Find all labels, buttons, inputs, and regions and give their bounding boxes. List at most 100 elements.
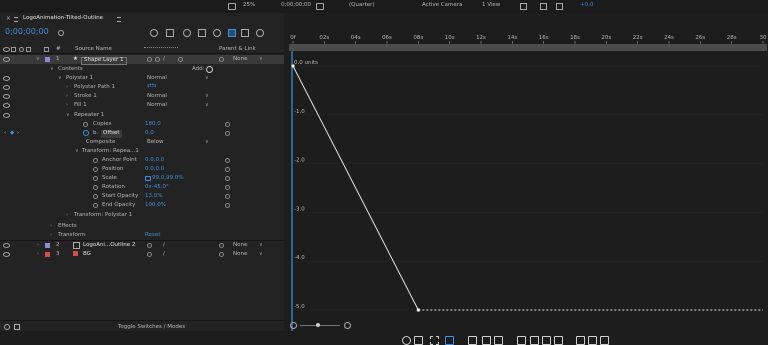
render-icon[interactable] xyxy=(540,3,547,10)
reset-link[interactable]: Reset xyxy=(145,232,160,239)
pickwhip-icon[interactable] xyxy=(219,252,224,257)
easy-ease-out-icon[interactable] xyxy=(600,336,609,345)
stopwatch-icon[interactable] xyxy=(93,185,98,190)
collapsed-arrow-icon[interactable]: › xyxy=(50,233,52,238)
pickwhip-icon[interactable] xyxy=(219,57,224,62)
separate-dimensions-icon[interactable] xyxy=(494,336,503,345)
fill-row[interactable]: › Fill 1 Normal ∨ xyxy=(0,101,284,110)
collapsed-arrow-icon[interactable]: › xyxy=(66,94,68,99)
parent-dropdown[interactable]: None xyxy=(233,56,247,63)
chevron-down-icon[interactable]: ∨ xyxy=(205,140,209,145)
show-transform-box-icon[interactable] xyxy=(430,336,439,345)
linear-keyframe-icon[interactable] xyxy=(542,336,551,345)
collapsed-arrow-icon[interactable]: › xyxy=(37,252,39,257)
contents-row[interactable]: ∨ Contents Add: xyxy=(0,65,284,74)
exposure-value[interactable]: +0.0 xyxy=(580,2,593,9)
stopwatch-icon[interactable] xyxy=(93,176,98,181)
position-value[interactable]: 0.0,0.0 xyxy=(145,166,164,173)
shy-switch[interactable] xyxy=(147,243,152,248)
stroke-blend-mode[interactable]: Normal xyxy=(147,93,167,100)
keyframe-point[interactable] xyxy=(416,308,420,312)
expand-arrow-icon[interactable]: ∨ xyxy=(75,149,79,154)
edit-keyframe-icon[interactable] xyxy=(517,336,526,345)
eye-icon[interactable] xyxy=(402,336,411,345)
start-opacity-value[interactable]: 13.0% xyxy=(145,193,162,200)
chevron-down-icon[interactable]: ∨ xyxy=(205,103,209,108)
tab-menu-icon[interactable] xyxy=(117,17,121,22)
visibility-eye-icon[interactable] xyxy=(3,76,10,81)
zoom-in-icon[interactable] xyxy=(344,322,351,329)
path-direction-icon[interactable]: ⇄⇆ xyxy=(147,83,156,90)
anchor-value[interactable]: 0.0,0.0 xyxy=(145,157,164,164)
quality-switch-icon[interactable]: / xyxy=(163,251,165,258)
stopwatch-icon[interactable] xyxy=(93,203,98,208)
fit-all-icon[interactable] xyxy=(482,336,491,345)
work-area-bar[interactable] xyxy=(289,44,767,51)
pickwhip-icon[interactable] xyxy=(225,158,230,163)
end-opacity-value[interactable]: 100.0% xyxy=(145,202,166,209)
snap-icon[interactable] xyxy=(445,336,454,345)
pickwhip-icon[interactable] xyxy=(225,122,230,127)
expand-arrow-icon[interactable]: ∨ xyxy=(50,67,54,72)
stopwatch-icon[interactable] xyxy=(93,167,98,172)
chevron-down-icon[interactable]: ∨ xyxy=(259,57,263,62)
snapshot-icon[interactable] xyxy=(316,3,324,10)
transform-polystar-row[interactable]: › Transform: Polystar 1 xyxy=(0,211,284,220)
collapsed-arrow-icon[interactable]: › xyxy=(50,224,52,229)
chevron-down-icon[interactable]: ∨ xyxy=(259,243,263,248)
label-color[interactable] xyxy=(45,57,50,62)
stroke-row[interactable]: › Stroke 1 Normal ∨ xyxy=(0,92,284,101)
toggle-switches-modes-button[interactable]: Toggle Switches / Modes xyxy=(118,324,185,331)
scale-row[interactable]: Scale 99.0,99.0% xyxy=(0,174,284,183)
shy-icon[interactable] xyxy=(183,29,191,37)
render-toggle-icon[interactable] xyxy=(256,29,264,37)
render-time-icon[interactable] xyxy=(4,324,10,330)
keyframe-nav-left-icon[interactable]: ‹ xyxy=(4,130,6,137)
stopwatch-icon[interactable] xyxy=(83,122,88,127)
easy-ease-icon[interactable] xyxy=(576,336,585,345)
expand-arrow-icon[interactable]: ∨ xyxy=(58,76,62,81)
transform-repeater-row[interactable]: ∨ Transform: Repea...1 xyxy=(0,147,284,156)
graph-type-icon[interactable] xyxy=(414,336,423,345)
quality-switch-icon[interactable]: / xyxy=(163,242,165,249)
visibility-eye-icon[interactable] xyxy=(3,57,10,62)
visibility-eye-icon[interactable] xyxy=(3,103,10,108)
comp-flowchart-icon[interactable] xyxy=(150,29,158,37)
visibility-eye-icon[interactable] xyxy=(3,243,10,248)
fit-selection-icon[interactable] xyxy=(468,336,477,345)
visibility-eye-icon[interactable] xyxy=(3,94,10,99)
pickwhip-icon[interactable] xyxy=(225,131,230,136)
graph-editor-icon[interactable] xyxy=(228,29,236,37)
label-color[interactable] xyxy=(45,243,50,248)
camera-dropdown[interactable]: Active Camera xyxy=(422,2,462,9)
copies-value[interactable]: 180.0 xyxy=(145,121,161,128)
add-plus-icon[interactable] xyxy=(206,66,213,73)
transform-row[interactable]: › Transform Reset xyxy=(0,231,284,240)
draft3d-toggle-icon[interactable] xyxy=(166,29,174,37)
pickwhip-icon[interactable] xyxy=(225,176,230,181)
pickwhip-icon[interactable] xyxy=(225,167,230,172)
viewer-timecode[interactable]: 0;00;00;00 xyxy=(281,2,311,9)
layer-name[interactable]: LogoAni...Outline 2 xyxy=(83,242,135,249)
layer-row-2[interactable]: › 2 LogoAni...Outline 2 / None ∨ xyxy=(0,240,284,250)
zoom-slider[interactable] xyxy=(300,323,340,327)
layer-row-3[interactable]: › 3 BG / None ∨ xyxy=(0,250,284,259)
rotation-value[interactable]: 0x-45.0° xyxy=(145,184,169,191)
graph-svg[interactable]: 0.0 units -1.0 -2.0 -3.0 -4.0 -5.0 xyxy=(284,51,768,331)
layer-name[interactable]: Shape Layer 1 xyxy=(81,57,127,65)
keyframe-nav-right-icon[interactable]: › xyxy=(17,130,19,137)
expand-arrow-icon[interactable]: ∨ xyxy=(66,113,70,118)
end-opacity-row[interactable]: End Opacity 100.0% xyxy=(0,201,284,210)
label-color[interactable] xyxy=(45,252,50,257)
chevron-down-icon[interactable]: ∨ xyxy=(259,252,263,257)
constrain-link-icon[interactable] xyxy=(145,176,151,181)
composite-row[interactable]: Composite Below ∨ xyxy=(0,138,284,147)
easy-ease-in-icon[interactable] xyxy=(588,336,597,345)
timeline-timecode[interactable]: 0;00;00;00 xyxy=(5,28,49,36)
parent-dropdown[interactable]: None xyxy=(233,251,247,258)
collapsed-arrow-icon[interactable]: › xyxy=(66,85,68,90)
search-icon[interactable] xyxy=(58,30,64,36)
chevron-down-icon[interactable]: ∨ xyxy=(205,76,209,81)
parent-link-header[interactable]: Parent & Link xyxy=(219,46,256,53)
repeater-row[interactable]: ∨ Repeater 1 xyxy=(0,111,284,120)
